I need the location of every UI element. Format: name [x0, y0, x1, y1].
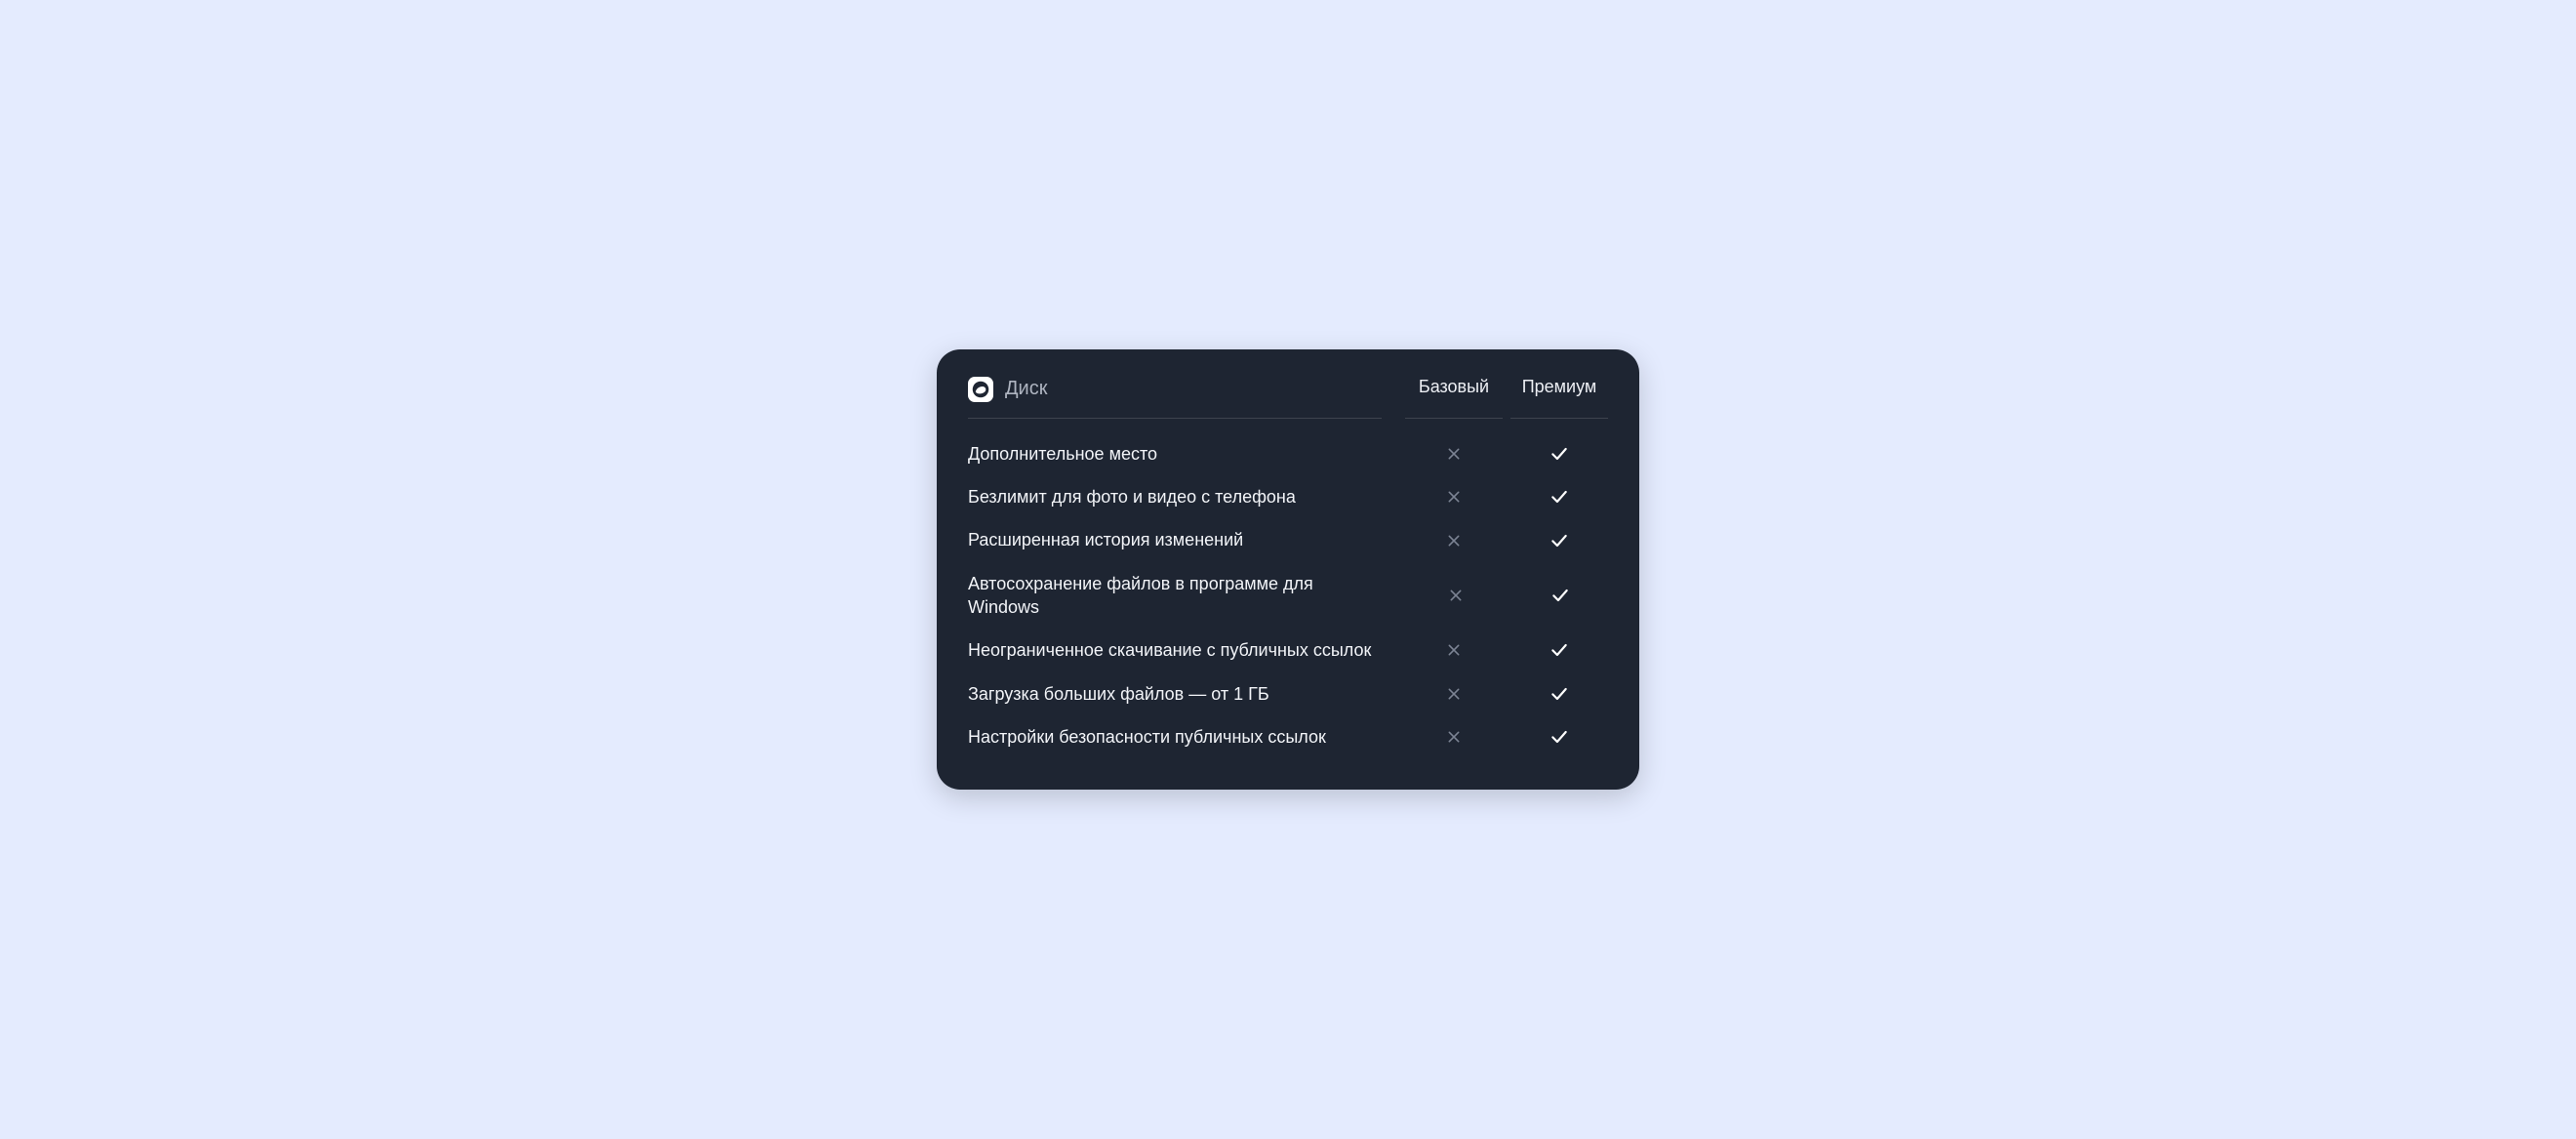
- check-icon: [1550, 531, 1569, 550]
- cell-basic: [1405, 729, 1503, 745]
- cross-icon: [1446, 642, 1462, 658]
- feature-label: Безлимит для фото и видео с телефона: [968, 485, 1382, 508]
- cell-premium: [1510, 444, 1608, 464]
- table-row: Загрузка больших файлов — от 1 ГБ: [968, 672, 1608, 715]
- check-icon: [1550, 727, 1569, 747]
- cell-premium: [1510, 487, 1608, 507]
- table-row: Настройки безопасности публичных ссылок: [968, 715, 1608, 758]
- cross-icon: [1446, 533, 1462, 549]
- table-row: Безлимит для фото и видео с телефона: [968, 475, 1608, 518]
- cell-basic: [1407, 588, 1504, 603]
- check-icon: [1550, 444, 1569, 464]
- card-title: Диск: [1005, 378, 1047, 400]
- column-header-premium: Премиум: [1510, 377, 1608, 419]
- check-icon: [1550, 684, 1569, 704]
- table-header: Диск Базовый Премиум: [968, 377, 1608, 419]
- cross-icon: [1446, 489, 1462, 505]
- disk-icon: [968, 377, 993, 402]
- cross-icon: [1446, 446, 1462, 462]
- table-row: Расширенная история изменений: [968, 518, 1608, 561]
- check-icon: [1550, 640, 1569, 660]
- cell-basic: [1405, 446, 1503, 462]
- cross-icon: [1446, 729, 1462, 745]
- cell-premium: [1510, 727, 1608, 747]
- cell-basic: [1405, 686, 1503, 702]
- check-icon: [1550, 586, 1570, 605]
- feature-label: Автосохранение файлов в программе для Wi…: [968, 572, 1384, 620]
- cell-premium: [1510, 531, 1608, 550]
- check-icon: [1550, 487, 1569, 507]
- feature-label: Дополнительное место: [968, 442, 1382, 466]
- feature-label: Неограниченное скачивание с публичных сс…: [968, 638, 1382, 662]
- table-row: Дополнительное место: [968, 432, 1608, 475]
- table-row: Неограниченное скачивание с публичных сс…: [968, 629, 1608, 671]
- feature-label: Загрузка больших файлов — от 1 ГБ: [968, 682, 1382, 706]
- cell-premium: [1510, 640, 1608, 660]
- column-header-basic: Базовый: [1405, 377, 1503, 419]
- table-row: Автосохранение файлов в программе для Wi…: [968, 562, 1608, 630]
- feature-label: Настройки безопасности публичных ссылок: [968, 725, 1382, 749]
- cross-icon: [1448, 588, 1464, 603]
- feature-label: Расширенная история изменений: [968, 528, 1382, 551]
- comparison-card: Диск Базовый Премиум Дополнительное мест…: [937, 349, 1639, 790]
- cell-basic: [1405, 533, 1503, 549]
- cell-premium: [1511, 586, 1608, 605]
- table-body: Дополнительное место Безлимит для фото и …: [968, 419, 1608, 758]
- cell-basic: [1405, 489, 1503, 505]
- title-cell: Диск: [968, 377, 1382, 419]
- cell-basic: [1405, 642, 1503, 658]
- cross-icon: [1446, 686, 1462, 702]
- cell-premium: [1510, 684, 1608, 704]
